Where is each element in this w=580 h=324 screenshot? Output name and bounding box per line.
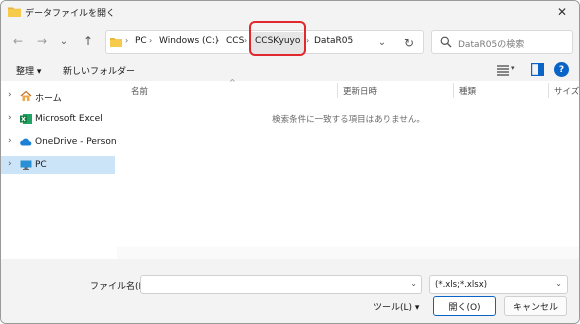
title-bar: データファイルを開く ✕ [1, 1, 579, 23]
new-folder-button[interactable]: 新しいフォルダー [63, 64, 135, 77]
chevron-down-icon: ⌄ [555, 279, 562, 288]
open-file-dialog: データファイルを開く ✕ ← → ⌄ ↑ › PC › Windows (C:) [0, 0, 580, 324]
file-type-filter[interactable]: (*.xls;*.xlsx) ⌄ [429, 275, 568, 294]
breadcrumb-separator: › [125, 36, 129, 45]
onedrive-icon [20, 138, 32, 146]
chevron-right-icon[interactable]: › [8, 159, 12, 169]
empty-message: 検索条件に一致する項目はありません。 [272, 115, 425, 125]
help-icon[interactable]: ? [554, 62, 569, 77]
column-header-size[interactable]: サイズ [554, 85, 579, 97]
column-divider[interactable] [337, 83, 338, 98]
search-icon [440, 36, 452, 48]
file-list: ^ 名前 更新日時 種類 サイズ 検索条件に一致する項目はありません。 [117, 78, 579, 259]
dialog-footer: ファイル名(N): ⌄ (*.xls;*.xlsx) ⌄ ツール(L) ▾ 開く… [1, 259, 579, 323]
command-toolbar: 整理 ▾ 新しいフォルダー ▾ ? [1, 59, 579, 81]
chevron-down-icon: ⌄ [59, 35, 69, 47]
breadcrumb-separator: › [244, 36, 248, 45]
window-title: データファイルを開く [25, 9, 116, 19]
horizontal-scroll-area[interactable] [117, 247, 579, 259]
back-button[interactable]: ← [9, 32, 27, 50]
column-divider[interactable] [548, 83, 549, 98]
chevron-down-icon: ⌄ [377, 36, 387, 48]
column-header-modified[interactable]: 更新日時 [343, 85, 377, 97]
open-button[interactable]: 開く(O) [433, 296, 496, 316]
column-header-name[interactable]: 名前 [131, 85, 148, 97]
view-dropdown-icon[interactable]: ▾ [511, 64, 515, 72]
column-header-type[interactable]: 種類 [459, 85, 476, 97]
navigation-pane: › ホーム › Microsoft Excel › OneDrive - Per… [1, 81, 125, 259]
search-box[interactable]: DataR05の検索 [431, 30, 573, 54]
back-arrow-icon: ← [12, 34, 24, 48]
folder-icon [110, 38, 122, 47]
sidebar-item-home[interactable]: › ホーム [1, 87, 115, 105]
breadcrumb-ccs[interactable]: CCS [226, 36, 244, 46]
view-options-icon[interactable] [496, 63, 510, 77]
sidebar-item-label: ホーム [35, 94, 62, 104]
file-type-filter-value: (*.xls;*.xlsx) [435, 280, 488, 290]
up-arrow-icon: ↑ [82, 34, 94, 48]
breadcrumb-datar05[interactable]: DataR05 [314, 36, 353, 46]
sidebar-item-pc[interactable]: › PC [1, 156, 115, 174]
sidebar-item-label: PC [35, 160, 47, 170]
recent-locations-button[interactable]: ⌄ [55, 32, 73, 50]
breadcrumb-separator: › [216, 36, 220, 45]
forward-button[interactable]: → [33, 32, 51, 50]
excel-icon [20, 114, 32, 124]
folder-app-icon [8, 7, 21, 17]
sort-indicator-icon: ^ [229, 78, 236, 87]
chevron-down-icon[interactable]: ⌄ [410, 279, 417, 288]
cancel-button[interactable]: キャンセル [504, 296, 567, 316]
close-button[interactable]: ✕ [553, 3, 571, 21]
forward-arrow-icon: → [36, 34, 48, 48]
refresh-button[interactable]: ↻ [400, 34, 418, 52]
breadcrumb-windows-c[interactable]: Windows (C:) [159, 36, 218, 46]
sidebar-item-label: Microsoft Excel [35, 114, 103, 124]
organize-menu[interactable]: 整理 ▾ [16, 64, 41, 77]
chevron-right-icon[interactable]: › [8, 90, 12, 100]
sidebar-item-microsoft-excel[interactable]: › Microsoft Excel [1, 110, 115, 128]
up-button[interactable]: ↑ [79, 32, 97, 50]
breadcrumb-pc[interactable]: PC [135, 36, 147, 46]
highlight-callout [249, 21, 306, 56]
pc-icon [20, 160, 32, 170]
preview-pane-icon[interactable] [531, 63, 544, 76]
breadcrumb-separator: › [149, 36, 153, 45]
breadcrumb-separator: › [306, 36, 310, 45]
column-divider[interactable] [453, 83, 454, 98]
sidebar-item-onedrive[interactable]: › OneDrive - Personal [1, 133, 125, 151]
home-icon [20, 90, 32, 101]
sidebar-item-label: OneDrive - Personal [35, 137, 125, 147]
search-placeholder: DataR05の検索 [458, 40, 525, 50]
chevron-right-icon[interactable]: › [8, 136, 12, 146]
close-icon: ✕ [556, 5, 568, 19]
filename-input[interactable]: ⌄ [140, 275, 422, 294]
chevron-right-icon[interactable]: › [8, 113, 12, 123]
address-history-button[interactable]: ⌄ [374, 34, 390, 50]
tools-menu-button[interactable]: ツール(L) ▾ [373, 300, 419, 313]
refresh-icon: ↻ [403, 36, 415, 50]
